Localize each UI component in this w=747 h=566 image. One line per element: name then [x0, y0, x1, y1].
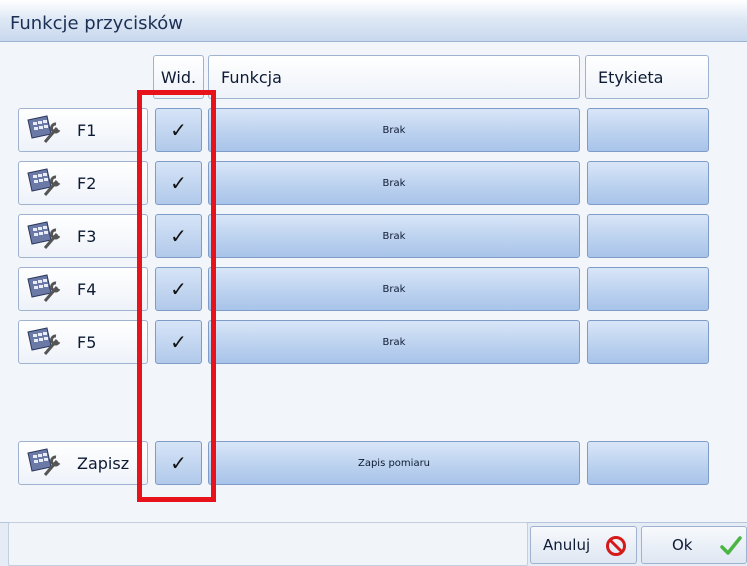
label-button-f1[interactable]	[587, 108, 709, 152]
keyboard-wrench-icon	[27, 327, 61, 355]
key-cell-f5: F5	[18, 320, 148, 364]
label-button-f4[interactable]	[587, 267, 709, 311]
footer-status-area	[8, 522, 528, 566]
label-button-f3[interactable]	[587, 214, 709, 258]
function-button-f4[interactable]: Brak	[208, 267, 580, 311]
function-button-f2[interactable]: Brak	[208, 161, 580, 205]
key-label: F1	[77, 120, 97, 140]
keyboard-wrench-icon	[27, 168, 61, 196]
keyboard-wrench-icon	[27, 221, 61, 249]
cancel-label: Anuluj	[543, 536, 591, 554]
cancel-button[interactable]: Anuluj	[530, 526, 637, 564]
key-cell-zapisz: Zapisz	[18, 441, 148, 485]
key-label: Zapisz	[77, 453, 130, 473]
key-label: F4	[77, 279, 97, 299]
function-button-f3[interactable]: Brak	[208, 214, 580, 258]
title-bar: Funkcje przycisków	[0, 0, 747, 42]
key-cell-f1: F1	[18, 108, 148, 152]
key-label: F2	[77, 173, 97, 193]
keyboard-wrench-icon	[27, 115, 61, 143]
column-header-funkcja: Funkcja	[208, 55, 580, 99]
key-cell-f2: F2	[18, 161, 148, 205]
checkmark-icon	[720, 536, 742, 555]
label-button-f5[interactable]	[587, 320, 709, 364]
function-button-f1[interactable]: Brak	[208, 108, 580, 152]
function-button-zapisz[interactable]: Zapis pomiaru	[208, 441, 580, 485]
label-button-f2[interactable]	[587, 161, 709, 205]
key-label: F3	[77, 226, 97, 246]
keyboard-wrench-icon	[27, 274, 61, 302]
column-header-etykieta: Etykieta	[585, 55, 709, 99]
function-button-f5[interactable]: Brak	[208, 320, 580, 364]
highlight-frame	[137, 90, 216, 502]
prohibited-icon	[606, 536, 626, 556]
ok-button[interactable]: Ok	[641, 526, 747, 564]
ok-label: Ok	[672, 536, 693, 554]
key-label: F5	[77, 332, 97, 352]
key-cell-f4: F4	[18, 267, 148, 311]
key-cell-f3: F3	[18, 214, 148, 258]
keyboard-wrench-icon	[27, 448, 61, 476]
label-button-zapisz[interactable]	[587, 441, 709, 485]
window-title: Funkcje przycisków	[10, 13, 184, 34]
